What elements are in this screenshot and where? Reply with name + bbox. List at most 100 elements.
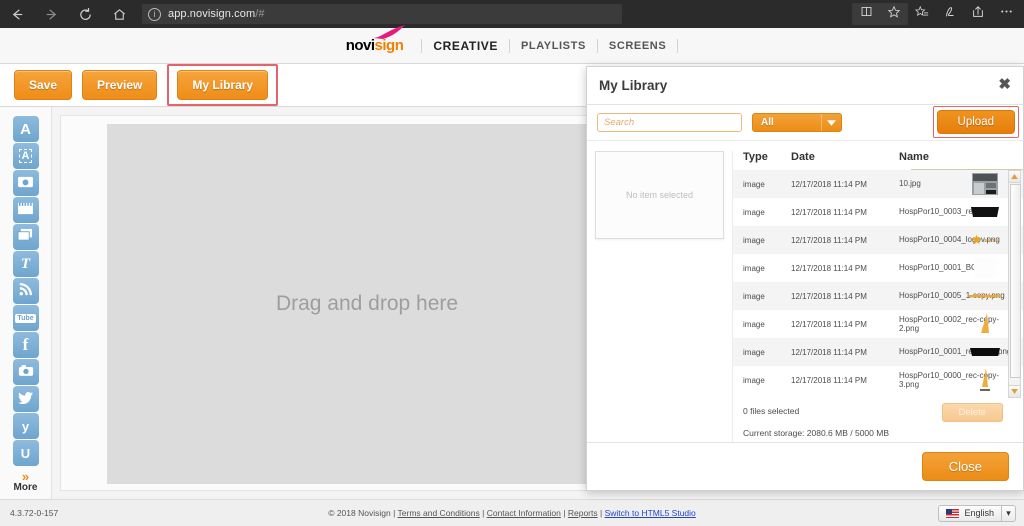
scroll-up-button[interactable] bbox=[1009, 171, 1020, 183]
cell-type: image bbox=[743, 207, 765, 217]
separator-3: | bbox=[563, 508, 566, 518]
novisign-logo: novisign bbox=[346, 25, 406, 54]
table-row[interactable]: image 12/17/2018 11:14 PM HospPor10_0000… bbox=[733, 366, 1023, 394]
upload-button[interactable]: Upload bbox=[936, 110, 1015, 134]
cell-date: 12/17/2018 11:14 PM bbox=[791, 207, 867, 217]
column-header-name[interactable]: Name bbox=[899, 151, 1023, 163]
rail-item-instagram[interactable] bbox=[12, 359, 39, 385]
twitter-widget-icon bbox=[17, 391, 34, 408]
table-body: image 12/17/2018 11:14 PM 10.jpg image 1… bbox=[733, 170, 1023, 398]
cell-name: HospPor10_0003_rec.png bbox=[899, 207, 993, 217]
chevron-down-icon[interactable]: ▾ bbox=[1001, 505, 1015, 521]
close-icon[interactable]: ✖ bbox=[998, 77, 1011, 92]
filter-selected-label: All bbox=[761, 117, 774, 128]
share-button[interactable] bbox=[964, 0, 992, 28]
preview-empty-label: No item selected bbox=[625, 190, 694, 200]
scrollbar-thumb[interactable] bbox=[1010, 184, 1021, 378]
us-flag-icon bbox=[946, 508, 960, 518]
rail-item-yahoo-weather[interactable]: y bbox=[12, 413, 39, 439]
refresh-icon bbox=[78, 7, 93, 22]
design-stage[interactable]: Drag and drop here bbox=[107, 124, 627, 484]
rail-item-ustream[interactable]: U bbox=[12, 440, 39, 466]
favorites-list-button[interactable] bbox=[908, 0, 936, 28]
rail-item-slideshow[interactable] bbox=[12, 224, 39, 250]
cell-date: 12/17/2018 11:14 PM bbox=[791, 291, 867, 301]
footer-links: © 2018 Novisign | Terms and Conditions |… bbox=[0, 508, 1024, 518]
web-notes-button[interactable] bbox=[936, 0, 964, 28]
row-thumbnail: ELITE bbox=[967, 229, 1003, 251]
text-widget-icon: A bbox=[20, 120, 31, 138]
rail-item-youtube[interactable]: Tube bbox=[12, 305, 39, 331]
add-favorite-button[interactable] bbox=[880, 3, 908, 25]
app-footer: 4.3.72-0-157 © 2018 Novisign | Terms and… bbox=[0, 499, 1024, 526]
row-thumbnail bbox=[967, 173, 1003, 195]
column-header-type[interactable]: Type bbox=[743, 151, 791, 163]
cell-date: 12/17/2018 11:14 PM bbox=[791, 263, 867, 273]
back-arrow-icon bbox=[10, 7, 25, 22]
refresh-button[interactable] bbox=[68, 0, 102, 28]
save-button[interactable]: Save bbox=[14, 70, 73, 100]
table-row[interactable]: image 12/17/2018 11:14 PM HospPor10_0002… bbox=[733, 310, 1023, 338]
forward-button[interactable] bbox=[34, 0, 68, 28]
site-info-icon[interactable]: i bbox=[148, 7, 161, 21]
table-row[interactable]: image 12/17/2018 11:14 PM HospPor10_0003… bbox=[733, 198, 1023, 226]
table-row[interactable]: image 12/17/2018 11:14 PM HospPor10_0001… bbox=[733, 254, 1023, 282]
rail-item-text[interactable]: A bbox=[12, 116, 39, 142]
scroll-down-button[interactable] bbox=[1009, 385, 1020, 397]
elite-badge-label: ELITE bbox=[984, 237, 999, 243]
row-thumbnail bbox=[967, 313, 1003, 335]
table-row[interactable]: image 12/17/2018 11:14 PM HospPor10_0004… bbox=[733, 226, 1023, 254]
preview-button[interactable]: Preview bbox=[82, 70, 158, 100]
language-selector[interactable]: English ▾ bbox=[938, 504, 1016, 522]
star-icon bbox=[887, 5, 901, 24]
rail-item-rss[interactable] bbox=[12, 278, 39, 304]
browser-more-button[interactable] bbox=[992, 0, 1020, 28]
rail-item-twitter[interactable] bbox=[12, 386, 39, 412]
cell-type: image bbox=[743, 291, 765, 301]
rail-item-video[interactable] bbox=[12, 197, 39, 223]
cell-name: HospPor10_0004_logov.png bbox=[899, 235, 1000, 245]
row-thumbnail bbox=[967, 285, 1003, 307]
table-row[interactable]: image 12/17/2018 11:14 PM HospPor10_0001… bbox=[733, 338, 1023, 366]
rail-item-facebook[interactable]: f bbox=[12, 332, 39, 358]
main-nav: CREATIVE PLAYLISTS SCREENS bbox=[421, 38, 679, 53]
type-filter-dropdown[interactable]: All bbox=[752, 113, 842, 132]
home-button[interactable] bbox=[102, 0, 136, 28]
rail-item-image[interactable] bbox=[12, 170, 39, 196]
address-bar[interactable]: i app.novisign.com/# bbox=[142, 4, 622, 24]
favorites-list-icon bbox=[914, 5, 929, 24]
contact-link[interactable]: Contact Information bbox=[487, 508, 561, 518]
forward-arrow-icon bbox=[44, 7, 59, 22]
table-header: Type Date Name bbox=[733, 151, 1023, 170]
search-input[interactable] bbox=[597, 113, 742, 132]
close-button[interactable]: Close bbox=[921, 452, 1009, 481]
my-library-button[interactable]: My Library bbox=[177, 70, 269, 100]
dialog-header: My Library ✖ bbox=[587, 67, 1023, 105]
list-scrollbar[interactable] bbox=[1008, 170, 1021, 398]
my-library-dialog: My Library ✖ All Upload Upload files to … bbox=[586, 66, 1024, 491]
reading-list-button[interactable] bbox=[852, 3, 880, 25]
rail-item-animated-text[interactable]: A bbox=[12, 143, 39, 169]
tab-playlists[interactable]: PLAYLISTS bbox=[508, 38, 597, 53]
delete-button[interactable]: Delete bbox=[941, 403, 1003, 422]
tab-creative[interactable]: CREATIVE bbox=[421, 38, 509, 53]
rail-more-button[interactable]: » More bbox=[14, 470, 38, 493]
media-list-column: Type Date Name image 12/17/2018 11:14 PM… bbox=[732, 151, 1023, 442]
my-library-highlight: My Library bbox=[167, 64, 279, 106]
reports-link[interactable]: Reports bbox=[568, 508, 598, 518]
column-header-date[interactable]: Date bbox=[791, 151, 899, 163]
tab-screens[interactable]: SCREENS bbox=[596, 38, 679, 53]
back-button[interactable] bbox=[0, 0, 34, 28]
cell-name: HospPor10_0005_1-copy.png bbox=[899, 291, 1005, 301]
slideshow-widget-icon bbox=[17, 228, 34, 246]
preview-box: No item selected bbox=[595, 151, 724, 239]
terms-link[interactable]: Terms and Conditions bbox=[398, 508, 480, 518]
youtube-widget-icon: Tube bbox=[15, 313, 36, 323]
chevron-down-icon[interactable] bbox=[821, 114, 841, 131]
table-row[interactable]: image 12/17/2018 11:14 PM 10.jpg bbox=[733, 170, 1023, 198]
instagram-widget-icon bbox=[18, 364, 34, 381]
rail-item-rich-text[interactable]: T bbox=[12, 251, 39, 277]
html5-studio-link[interactable]: Switch to HTML5 Studio bbox=[605, 508, 696, 518]
table-row[interactable]: image 12/17/2018 11:14 PM HospPor10_0005… bbox=[733, 282, 1023, 310]
cell-name: HospPor10_0000_rec-copy-3.png bbox=[899, 370, 1000, 390]
